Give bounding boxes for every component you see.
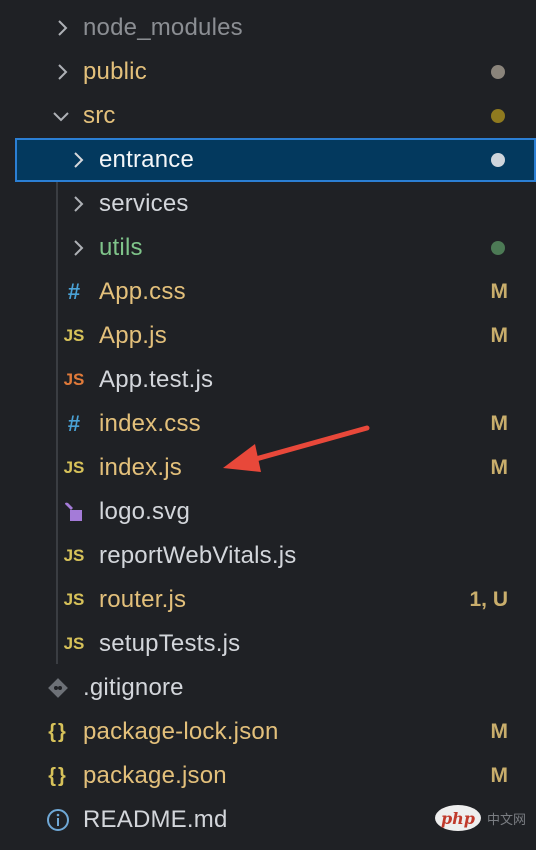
chevron-right-icon [53,63,71,81]
tree-file-report-web-vitals-js[interactable]: JS reportWebVitals.js [0,534,536,578]
tree-item-label: services [99,190,189,217]
php-logo: php [435,805,481,831]
tree-file-app-test-js[interactable]: JS App.test.js [0,358,536,402]
tree-file-logo-svg[interactable]: logo.svg [0,490,536,534]
js-icon: JS [63,590,85,609]
watermark-text: 中文网 [487,811,527,827]
tree-item-label: App.js [99,322,167,349]
tree-file-router-js[interactable]: JS router.js 1, U [0,578,536,622]
tree-folder-entrance[interactable]: entrance [15,138,536,182]
json-icon: {} [48,764,68,787]
tree-folder-public[interactable]: public [0,50,536,94]
git-status-badge: M [490,324,509,347]
tree-file-gitignore[interactable]: .gitignore [0,666,536,710]
tree-folder-utils[interactable]: utils [0,226,536,270]
css-icon: # [67,411,81,436]
svg-icon [62,500,86,524]
tree-item-label: App.test.js [99,366,214,393]
chevron-right-icon [69,195,87,213]
tree-item-label: index.js [99,454,182,481]
chevron-down-icon [52,107,70,125]
git-status-badge: 1, U [469,588,508,611]
tree-item-label: README.md [83,806,228,833]
tree-item-label: node_modules [83,14,243,41]
php-watermark: php 中文网 [435,803,531,833]
tree-file-setup-tests-js[interactable]: JS setupTests.js [0,622,536,666]
js-icon: JS [63,634,85,653]
tree-item-label: package.json [83,762,227,789]
git-status-badge: M [490,280,509,303]
git-status-badge: M [490,412,509,435]
git-status-badge: M [490,764,509,787]
chevron-right-icon [53,19,71,37]
info-icon [46,808,70,832]
css-icon: # [67,279,81,304]
git-icon [46,676,70,700]
tree-item-label: public [83,58,147,85]
git-decoration-dot [491,153,505,167]
git-status-badge: M [490,456,509,479]
git-status-badge: M [490,720,509,743]
git-decoration-dot [491,241,505,255]
tree-item-label: index.css [99,410,201,437]
js-icon: JS [63,326,85,345]
tree-item-label: setupTests.js [99,630,241,657]
tree-item-label: App.css [99,278,186,305]
git-decoration-dot [491,65,505,79]
tree-item-label: utils [99,234,143,261]
json-icon: {} [48,720,68,743]
tree-item-label: package-lock.json [83,718,279,745]
tree-folder-node-modules[interactable]: node_modules [0,6,536,50]
js-icon: JS [63,546,85,565]
chevron-right-icon [69,239,87,257]
js-test-icon: JS [63,370,85,389]
tree-file-package-json[interactable]: {} package.json M [0,754,536,798]
js-icon: JS [63,458,85,477]
tree-item-label: .gitignore [83,674,184,701]
tree-folder-src[interactable]: src [0,94,536,138]
tree-file-app-js[interactable]: JS App.js M [0,314,536,358]
chevron-right-icon [69,151,87,169]
tree-item-label: entrance [99,146,194,173]
git-decoration-dot [491,109,505,123]
tree-folder-services[interactable]: services [0,182,536,226]
tree-item-label: src [83,102,116,129]
tree-item-label: router.js [99,586,187,613]
tree-item-label: logo.svg [99,498,190,525]
tree-file-app-css[interactable]: # App.css M [0,270,536,314]
red-arrow-annotation [223,425,370,472]
tree-item-label: reportWebVitals.js [99,542,297,569]
tree-file-package-lock-json[interactable]: {} package-lock.json M [0,710,536,754]
